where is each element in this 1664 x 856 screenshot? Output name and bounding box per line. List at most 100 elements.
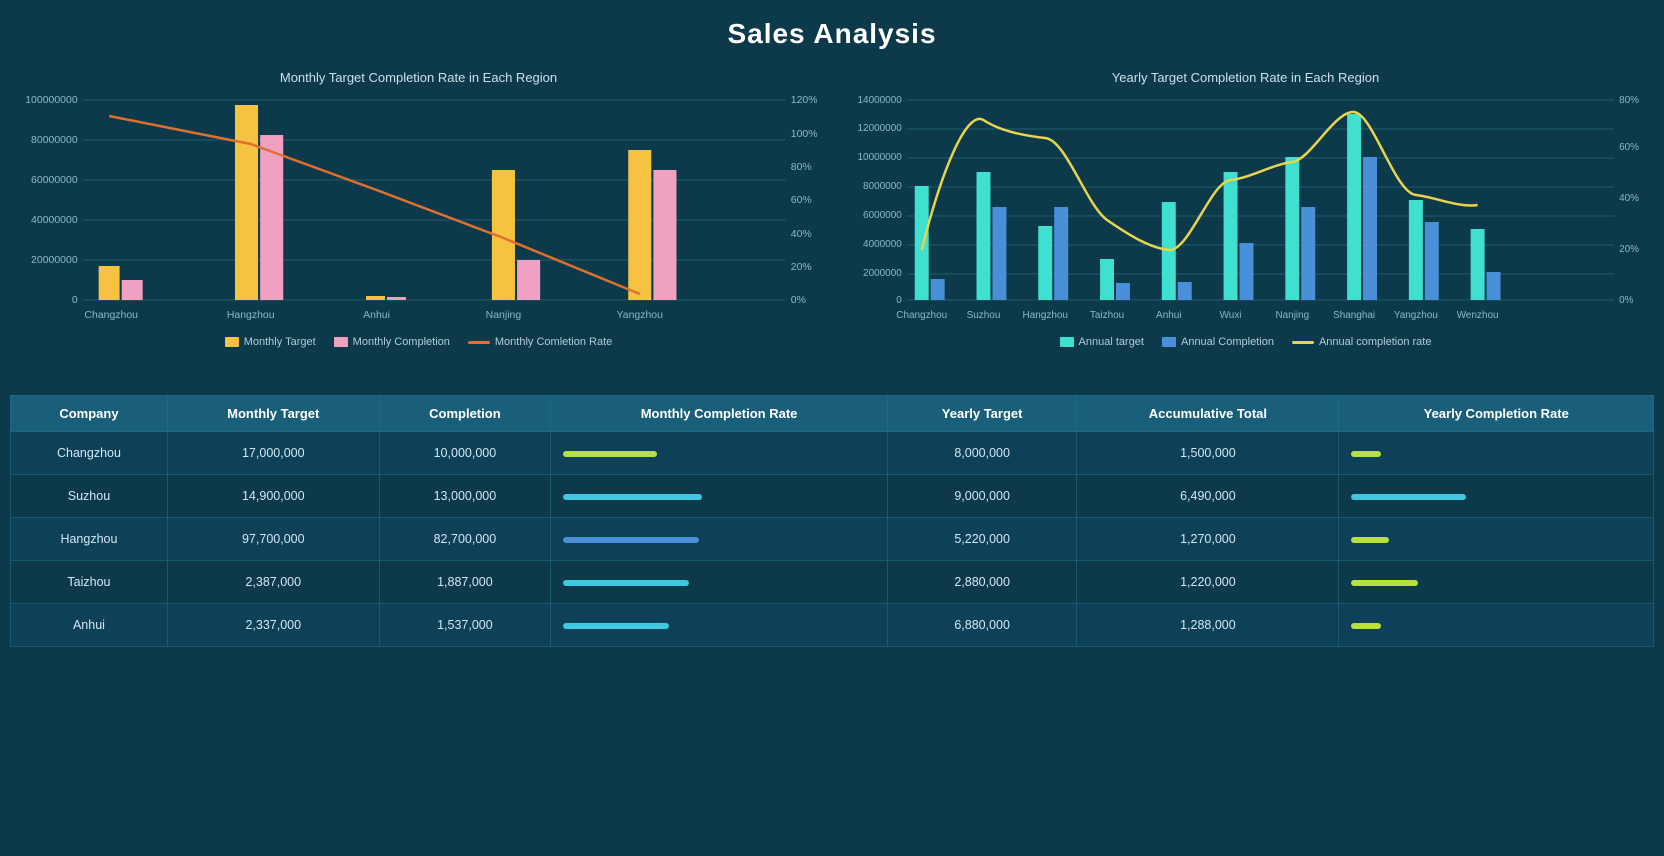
cell-yearly-target: 6,880,000 (887, 604, 1076, 647)
col-monthly-rate: Monthly Completion Rate (551, 396, 888, 432)
data-table-wrap: Company Monthly Target Completion Monthl… (0, 390, 1664, 647)
cell-monthly-bar (551, 604, 888, 647)
right-chart-area: 0 2000000 4000000 6000000 8000000 100000… (847, 90, 1644, 330)
svg-text:80%: 80% (1619, 95, 1639, 106)
cell-completion: 1,537,000 (379, 604, 551, 647)
cell-completion: 82,700,000 (379, 518, 551, 561)
legend-monthly-rate: Monthly Comletion Rate (468, 336, 612, 348)
cell-monthly-bar (551, 518, 888, 561)
svg-text:100000000: 100000000 (25, 95, 78, 106)
col-completion: Completion (379, 396, 551, 432)
cell-yearly-bar (1339, 475, 1654, 518)
cell-yearly-bar (1339, 432, 1654, 475)
cell-monthly-target: 17,000,000 (167, 432, 379, 475)
left-chart: Monthly Target Completion Rate in Each R… (10, 60, 827, 390)
svg-text:0%: 0% (791, 295, 806, 306)
svg-text:60%: 60% (1619, 142, 1639, 153)
legend-monthly-target: Monthly Target (225, 336, 316, 348)
svg-text:80%: 80% (791, 162, 812, 173)
cell-company: Hangzhou (11, 518, 168, 561)
col-accumulative: Accumulative Total (1077, 396, 1339, 432)
svg-text:0: 0 (896, 295, 902, 306)
svg-text:Anhui: Anhui (1156, 310, 1181, 321)
svg-text:Yangzhou: Yangzhou (1394, 310, 1438, 321)
svg-text:20%: 20% (791, 262, 812, 273)
svg-text:60%: 60% (791, 195, 812, 206)
table-row: Taizhou 2,387,000 1,887,000 2,880,000 1,… (11, 561, 1654, 604)
cell-company: Anhui (11, 604, 168, 647)
cell-company: Suzhou (11, 475, 168, 518)
table-row: Anhui 2,337,000 1,537,000 6,880,000 1,28… (11, 604, 1654, 647)
cell-monthly-bar (551, 561, 888, 604)
cell-yearly-bar (1339, 604, 1654, 647)
cell-accumulative: 1,500,000 (1077, 432, 1339, 475)
cell-yearly-target: 5,220,000 (887, 518, 1076, 561)
cell-monthly-target: 2,337,000 (167, 604, 379, 647)
left-chart-area: 0 20000000 40000000 60000000 80000000 10… (20, 90, 817, 330)
svg-text:60000000: 60000000 (31, 175, 78, 186)
svg-text:10000000: 10000000 (858, 152, 903, 163)
svg-text:Changzhou: Changzhou (84, 310, 138, 321)
col-company: Company (11, 396, 168, 432)
svg-text:0: 0 (72, 295, 78, 306)
right-chart-legend: Annual target Annual Completion Annual c… (847, 336, 1644, 348)
cell-completion: 13,000,000 (379, 475, 551, 518)
left-chart-title: Monthly Target Completion Rate in Each R… (20, 70, 817, 85)
svg-text:Suzhou: Suzhou (967, 310, 1001, 321)
table-header-row: Company Monthly Target Completion Monthl… (11, 396, 1654, 432)
svg-text:Nanjing: Nanjing (486, 310, 522, 321)
col-yearly-target: Yearly Target (887, 396, 1076, 432)
svg-text:20%: 20% (1619, 244, 1639, 255)
legend-annual-rate: Annual completion rate (1292, 336, 1432, 348)
svg-text:Wuxi: Wuxi (1220, 310, 1242, 321)
col-monthly-target: Monthly Target (167, 396, 379, 432)
legend-monthly-completion: Monthly Completion (334, 336, 450, 348)
svg-text:40000000: 40000000 (31, 215, 78, 226)
cell-monthly-bar (551, 475, 888, 518)
right-chart: Yearly Target Completion Rate in Each Re… (837, 60, 1654, 390)
svg-text:Wenzhou: Wenzhou (1457, 310, 1499, 321)
cell-yearly-bar (1339, 518, 1654, 561)
svg-text:Yangzhou: Yangzhou (617, 310, 664, 321)
cell-accumulative: 1,220,000 (1077, 561, 1339, 604)
svg-text:Nanjing: Nanjing (1275, 310, 1309, 321)
right-chart-title: Yearly Target Completion Rate in Each Re… (847, 70, 1644, 85)
cell-monthly-bar (551, 432, 888, 475)
svg-text:8000000: 8000000 (863, 181, 902, 192)
cell-company: Changzhou (11, 432, 168, 475)
data-table: Company Monthly Target Completion Monthl… (10, 395, 1654, 647)
svg-text:120%: 120% (791, 95, 817, 106)
svg-text:Hangzhou: Hangzhou (227, 310, 275, 321)
cell-yearly-target: 8,000,000 (887, 432, 1076, 475)
cell-yearly-target: 2,880,000 (887, 561, 1076, 604)
svg-text:4000000: 4000000 (863, 239, 902, 250)
svg-text:0%: 0% (1619, 295, 1634, 306)
cell-monthly-target: 2,387,000 (167, 561, 379, 604)
svg-text:80000000: 80000000 (31, 135, 78, 146)
cell-completion: 10,000,000 (379, 432, 551, 475)
svg-text:100%: 100% (791, 129, 817, 140)
cell-yearly-bar (1339, 561, 1654, 604)
left-chart-legend: Monthly Target Monthly Completion Monthl… (20, 336, 817, 348)
svg-text:Shanghai: Shanghai (1333, 310, 1375, 321)
svg-text:12000000: 12000000 (858, 123, 903, 134)
svg-text:40%: 40% (1619, 193, 1639, 204)
svg-text:Hangzhou: Hangzhou (1023, 310, 1068, 321)
svg-text:Taizhou: Taizhou (1090, 310, 1124, 321)
legend-annual-target: Annual target (1060, 336, 1144, 348)
cell-company: Taizhou (11, 561, 168, 604)
svg-text:Changzhou: Changzhou (896, 310, 947, 321)
table-row: Suzhou 14,900,000 13,000,000 9,000,000 6… (11, 475, 1654, 518)
table-row: Hangzhou 97,700,000 82,700,000 5,220,000… (11, 518, 1654, 561)
legend-annual-completion: Annual Completion (1162, 336, 1274, 348)
col-yearly-rate: Yearly Completion Rate (1339, 396, 1654, 432)
cell-accumulative: 6,490,000 (1077, 475, 1339, 518)
page-title: Sales Analysis (0, 0, 1664, 60)
cell-accumulative: 1,288,000 (1077, 604, 1339, 647)
cell-accumulative: 1,270,000 (1077, 518, 1339, 561)
cell-yearly-target: 9,000,000 (887, 475, 1076, 518)
svg-text:6000000: 6000000 (863, 210, 902, 221)
svg-text:Anhui: Anhui (363, 310, 390, 321)
cell-monthly-target: 14,900,000 (167, 475, 379, 518)
svg-text:20000000: 20000000 (31, 255, 78, 266)
